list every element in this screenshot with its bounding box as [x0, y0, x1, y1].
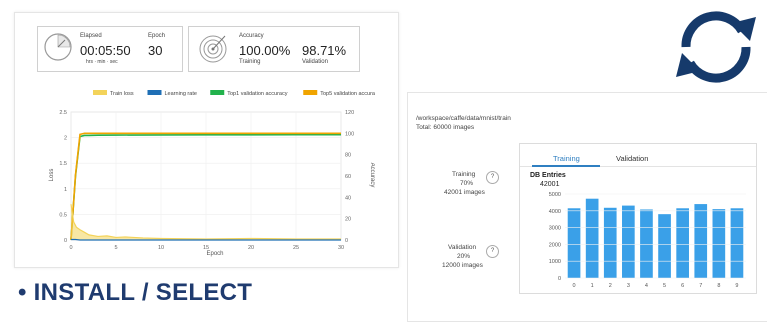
- help-icon[interactable]: ?: [486, 171, 499, 184]
- chart-grid: [70, 111, 342, 241]
- y-axis-label: Loss: [49, 169, 55, 182]
- x-tick-label: 10: [158, 245, 164, 251]
- bar: [730, 208, 744, 278]
- training-split-pct: 70%: [460, 180, 474, 187]
- elapsed-label: Elapsed: [80, 33, 102, 39]
- legend-swatch: [210, 90, 225, 95]
- validation-split-pct: 20%: [457, 253, 471, 260]
- legend-label: Train loss: [110, 91, 134, 97]
- legend-swatch: [303, 90, 318, 95]
- x-tick-label: 20: [248, 245, 254, 251]
- legend-swatch: [147, 90, 162, 95]
- help-icon[interactable]: ?: [486, 245, 499, 258]
- y2-axis-label: Accuracy: [369, 163, 375, 188]
- bar: [622, 205, 635, 278]
- y2-tick-label: 120: [345, 110, 354, 116]
- training-split-label: Training: [452, 171, 476, 178]
- y2-tick-label: 20: [345, 217, 351, 223]
- db-entries-bar-chart: DB Entries 42001 0 1000 2000 3000 4000 5000 0 1…: [530, 172, 746, 289]
- y2-tick-label: 100: [345, 131, 354, 137]
- legend-label: Top5 validation accuracy: [320, 91, 375, 97]
- bar-x-tick-label: 0: [573, 283, 576, 289]
- validation-accuracy-value: 98.71%: [302, 43, 347, 58]
- tab-validation[interactable]: Validation: [616, 154, 648, 163]
- chart-legend: Train loss Learning rate Top1 validation a…: [93, 90, 375, 97]
- epoch-label: Epoch: [148, 33, 166, 39]
- bar-x-tick-label: 3: [627, 283, 630, 289]
- legend-label: Learning rate: [165, 91, 197, 97]
- validation-label: Validation: [302, 59, 328, 65]
- validation-split-label: Validation: [448, 244, 477, 251]
- x-tick-label: 5: [114, 245, 117, 251]
- training-label: Training: [239, 59, 261, 65]
- accuracy-card: Accuracy 100.00% Training 98.71% Validat…: [188, 26, 360, 72]
- bar-x-tick-label: 8: [717, 283, 720, 289]
- y-tick-label: 2.5: [59, 110, 67, 116]
- y2-tick-label: 80: [345, 153, 351, 159]
- bar-x-tick-label: 2: [609, 283, 612, 289]
- bar: [658, 214, 671, 278]
- y-tick-label: 0.5: [59, 212, 67, 218]
- series-line-learning-rate: [71, 238, 341, 241]
- bar-y-tick-label: 5000: [549, 192, 561, 198]
- tab-training[interactable]: Training: [553, 154, 580, 163]
- bar-x-tick-label: 4: [645, 283, 648, 289]
- epoch-value: 30: [148, 43, 163, 58]
- dataset-total: Total: 60000 images: [416, 124, 475, 131]
- x-tick-label: 0: [69, 245, 72, 251]
- y2-tick-label: 0: [345, 238, 348, 244]
- training-split-images: 42001 images: [444, 189, 485, 196]
- training-accuracy-value: 100.00%: [239, 43, 291, 58]
- y-tick-label: 1: [64, 187, 67, 193]
- y-tick-label: 0: [64, 238, 67, 244]
- legend-label: Top1 validation accuracy: [227, 91, 287, 97]
- bar-x-tick-label: 7: [699, 283, 702, 289]
- bar-x-tick-label: 1: [591, 283, 594, 289]
- timer-icon: [44, 33, 72, 61]
- bar: [712, 209, 726, 278]
- y-tick-label: 1.5: [59, 161, 67, 167]
- bar-y-tick-label: 0: [558, 276, 561, 282]
- target-icon: [199, 35, 227, 63]
- y-tick-label: 2: [64, 136, 67, 142]
- bar-x-tick-label: 9: [735, 283, 738, 289]
- install-select-bullet: • INSTALL / SELECT: [18, 279, 253, 306]
- dataset-path: /workspace/caffe/data/mnist/train: [416, 115, 511, 122]
- bar-x-tick-label: 5: [663, 283, 666, 289]
- y2-tick-label: 40: [345, 195, 351, 201]
- bar-y-tick-label: 4000: [549, 209, 561, 215]
- accuracy-label: Accuracy: [239, 33, 264, 39]
- x-tick-label: 30: [338, 245, 344, 251]
- bar: [603, 207, 617, 278]
- bar: [694, 204, 708, 278]
- bar: [676, 208, 689, 278]
- bar-y-tick-label: 3000: [549, 226, 561, 232]
- y2-tick-label: 60: [345, 174, 351, 180]
- validation-split-images: 12000 images: [442, 262, 483, 269]
- dataset-screenshot: /workspace/caffe/data/mnist/train Total:…: [407, 92, 767, 322]
- bar-x-tick-label: 6: [681, 283, 684, 289]
- sync-arrows-icon: [676, 11, 756, 83]
- bar: [640, 209, 653, 278]
- time-units: hrs · min · sec: [86, 59, 118, 65]
- x-tick-label: 25: [293, 245, 299, 251]
- elapsed-value: 00:05:50: [80, 43, 131, 58]
- elapsed-card: Elapsed 00:05:50 hrs · min · sec Epoch 3…: [37, 26, 183, 72]
- bar-y-tick-label: 2000: [549, 242, 561, 248]
- db-entries-panel: Training Validation DB Entries 42001 0 10…: [519, 143, 757, 294]
- bar-chart-title: DB Entries: [530, 172, 566, 179]
- training-dashboard-screenshot: Elapsed 00:05:50 hrs · min · sec Epoch 3…: [14, 12, 399, 268]
- legend-swatch: [93, 90, 107, 95]
- active-tab-indicator: [532, 165, 600, 167]
- bar-chart-max-label: 42001: [540, 181, 560, 188]
- x-axis-label: Epoch: [206, 251, 223, 257]
- training-line-chart: Train loss Learning rate Top1 validation a…: [49, 90, 375, 257]
- bar: [567, 208, 581, 278]
- bar-y-tick-label: 1000: [549, 259, 561, 265]
